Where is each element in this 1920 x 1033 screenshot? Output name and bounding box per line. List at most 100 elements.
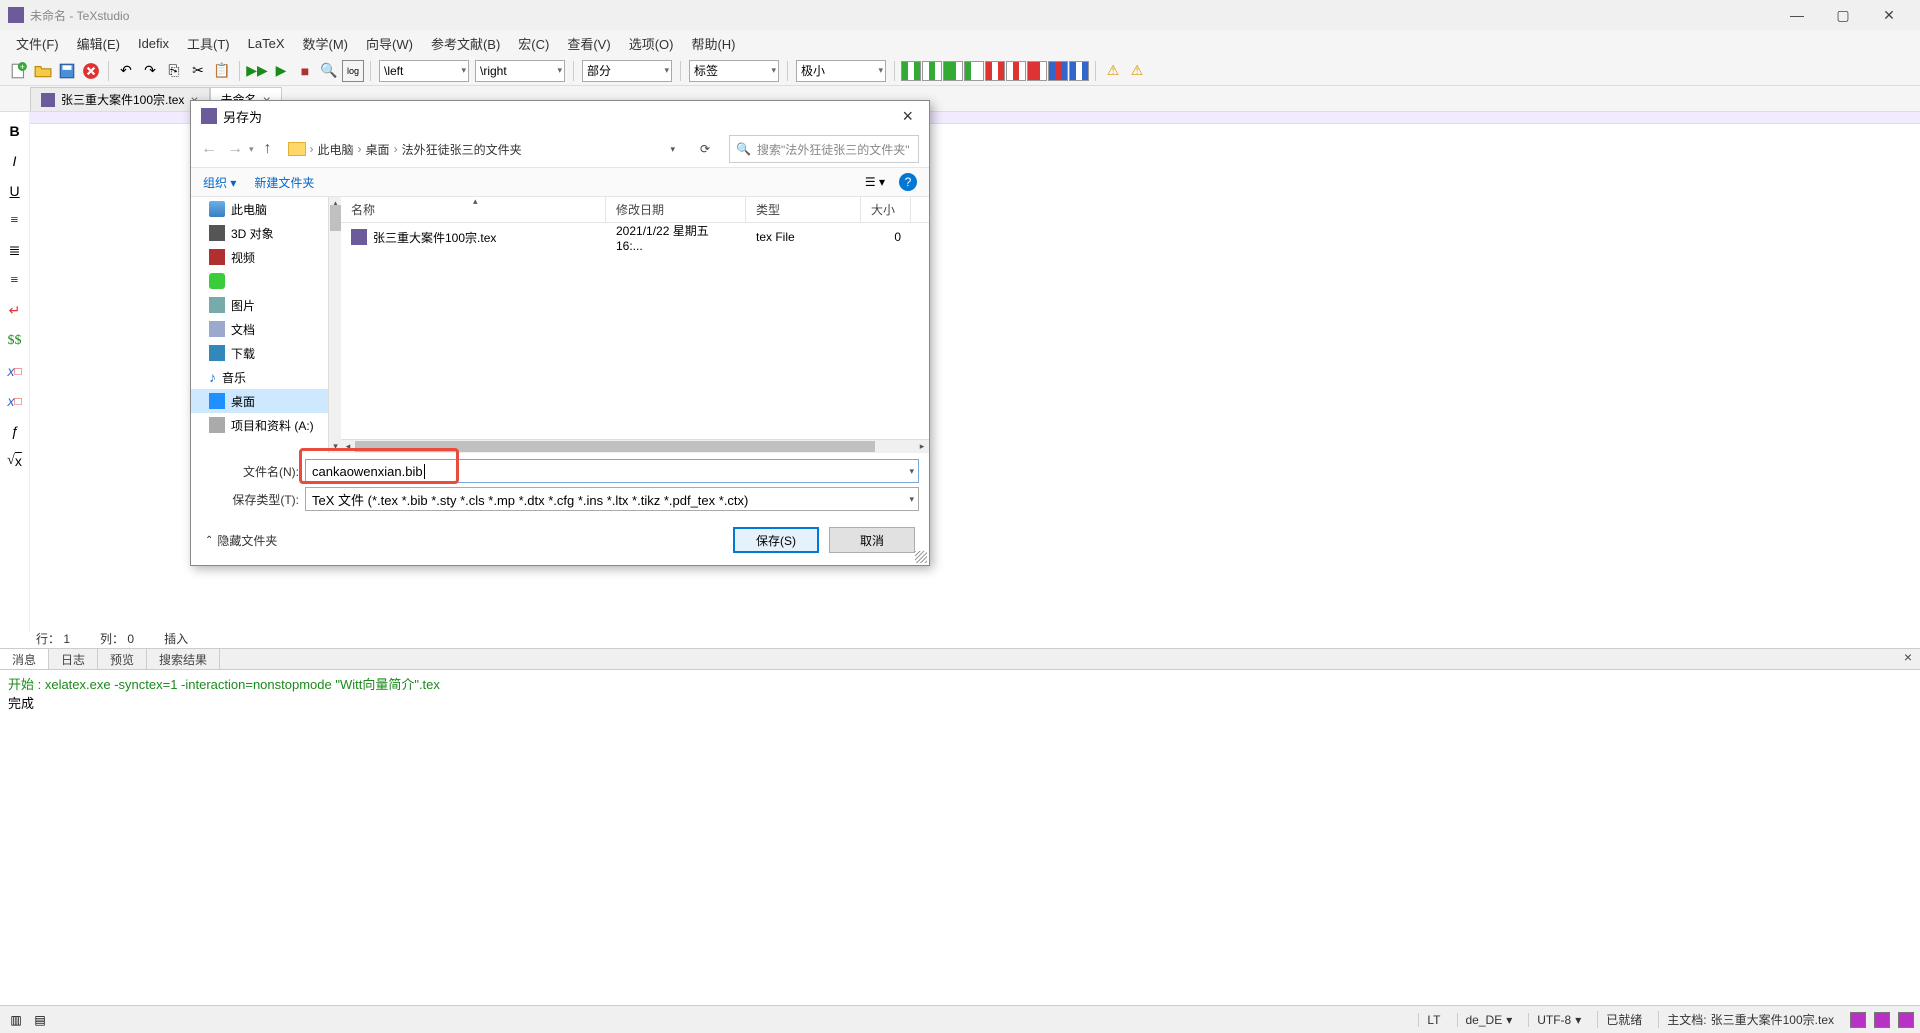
tree-pictures[interactable]: 图片 [191,293,340,317]
dollar-icon[interactable]: $$ [4,330,26,352]
col-date[interactable]: 修改日期 [606,197,746,222]
close-panel-icon[interactable]: × [1896,649,1920,669]
menu-help[interactable]: 帮助(H) [683,32,743,55]
new-folder-button[interactable]: 新建文件夹 [254,174,314,191]
resize-grip[interactable] [915,551,927,563]
redo-icon[interactable]: ↷ [139,60,161,82]
hide-folders-toggle[interactable]: ⌃隐藏文件夹 [205,532,277,549]
col-name[interactable]: ▴名称 [341,197,606,222]
menu-options[interactable]: 选项(O) [621,32,682,55]
superscript-icon[interactable]: x□ [4,390,26,412]
tree-downloads[interactable]: 下载 [191,341,340,365]
forward-button[interactable]: → [227,140,243,158]
bold-button[interactable]: B [4,120,26,142]
subscript-icon[interactable]: x□ [4,360,26,382]
align-right-icon[interactable]: ≡ [4,270,26,292]
paste-icon[interactable]: 📋 [211,60,233,82]
tree-3d[interactable]: 3D 对象 [191,221,340,245]
view-mode-1-icon[interactable]: ▥ [6,1010,26,1030]
tab-messages[interactable]: 消息 [0,649,49,669]
encoding-status[interactable]: UTF-8 ▾ [1528,1013,1589,1027]
compile-icon[interactable]: ▶ [270,60,292,82]
tree-this-pc[interactable]: 此电脑 [191,197,340,221]
deco-btn-2[interactable] [922,61,942,81]
deco-btn-3[interactable] [943,61,963,81]
folder-tree[interactable]: 此电脑 3D 对象 视频 图片 文档 下载 ♪音乐 桌面 项目和资料 (A:) … [191,197,341,453]
dialog-close-button[interactable]: × [896,106,919,127]
filename-input[interactable]: cankaowenxian.bib▾ [305,459,919,483]
tree-music[interactable]: ♪音乐 [191,365,340,389]
tree-scrollbar[interactable]: ▴ ▾ [328,197,341,453]
save-button[interactable]: 保存(S) [733,527,819,553]
history-dropdown[interactable]: ▾ [249,144,254,155]
menu-math[interactable]: 数学(M) [295,32,357,55]
deco-btn-8[interactable] [1048,61,1068,81]
organize-button[interactable]: 组织 ▾ [203,174,236,191]
languagetool-status[interactable]: LT [1418,1013,1448,1027]
label-combo[interactable]: 标签▾ [689,60,779,82]
tab-file-1[interactable]: 张三重大案件100宗.tex × [30,87,210,111]
menu-idefix[interactable]: Idefix [130,34,177,53]
back-button[interactable]: ← [201,140,217,158]
menu-view[interactable]: 查看(V) [559,32,618,55]
col-type[interactable]: 类型 [746,197,861,222]
menu-macro[interactable]: 宏(C) [510,32,557,55]
left-combo[interactable]: \left▾ [379,60,469,82]
menu-bib[interactable]: 参考文献(B) [423,32,508,55]
menu-edit[interactable]: 编辑(E) [69,32,128,55]
newline-icon[interactable]: ↵ [4,300,26,322]
refresh-button[interactable]: ⟳ [691,135,719,163]
part-combo[interactable]: 部分▾ [582,60,672,82]
help-icon[interactable]: ? [899,173,917,191]
sqrt-icon[interactable]: √x [4,450,26,472]
master-doc-status[interactable]: 主文档: 张三重大案件100宗.tex [1658,1011,1842,1028]
save-file-icon[interactable] [56,60,78,82]
fraction-icon[interactable]: ƒ [4,420,26,442]
tab-log[interactable]: 日志 [49,649,98,669]
open-file-icon[interactable] [32,60,54,82]
size-combo[interactable]: 极小▾ [796,60,886,82]
file-list-hscroll[interactable]: ◂▸ [341,439,929,453]
build-icon[interactable]: ▶▶ [246,60,268,82]
col-size[interactable]: 大小 [861,197,911,222]
cut-icon[interactable]: ✂ [187,60,209,82]
tree-desktop[interactable]: 桌面 [191,389,340,413]
cancel-button[interactable]: 取消 [829,527,915,553]
close-window-button[interactable]: ✕ [1866,0,1912,30]
tree-documents[interactable]: 文档 [191,317,340,341]
deco-btn-9[interactable] [1069,61,1089,81]
warning-icon-2[interactable]: ⚠ [1126,60,1148,82]
breadcrumb[interactable]: › 此电脑› 桌面› 法外狂徒张三的文件夹 ▾ [282,135,681,163]
filetype-select[interactable]: TeX 文件 (*.tex *.bib *.sty *.cls *.mp *.d… [305,487,919,511]
align-center-icon[interactable]: ≣ [4,240,26,262]
bookmark-icon-1[interactable] [1850,1012,1866,1028]
tree-video[interactable]: 视频 [191,245,340,269]
menu-latex[interactable]: LaTeX [240,34,293,53]
deco-btn-1[interactable] [901,61,921,81]
view-mode-2-icon[interactable]: ▤ [30,1010,50,1030]
view-mode-button[interactable]: ☰ ▾ [865,175,885,189]
up-button[interactable]: ↑ [264,140,272,158]
warning-icon[interactable]: ⚠ [1102,60,1124,82]
close-file-icon[interactable] [80,60,102,82]
locale-status[interactable]: de_DE ▾ [1457,1013,1521,1027]
tree-cloud[interactable] [191,269,340,293]
deco-btn-5[interactable] [985,61,1005,81]
view-pdf-icon[interactable]: 🔍 [318,60,340,82]
menu-wizard[interactable]: 向导(W) [358,32,421,55]
minimize-button[interactable]: — [1774,0,1820,30]
italic-button[interactable]: I [4,150,26,172]
deco-btn-7[interactable] [1027,61,1047,81]
undo-icon[interactable]: ↶ [115,60,137,82]
maximize-button[interactable]: ▢ [1820,0,1866,30]
file-row[interactable]: 张三重大案件100宗.tex 2021/1/22 星期五 16:... tex … [341,223,929,251]
deco-btn-4[interactable] [964,61,984,81]
copy-icon[interactable]: ⎘ [163,60,185,82]
tab-search[interactable]: 搜索结果 [147,649,220,669]
bookmark-icon-2[interactable] [1874,1012,1890,1028]
new-file-icon[interactable]: + [8,60,30,82]
log-icon[interactable]: log [342,60,364,82]
right-combo[interactable]: \right▾ [475,60,565,82]
menu-file[interactable]: 文件(F) [8,32,67,55]
stop-icon[interactable]: ■ [294,60,316,82]
